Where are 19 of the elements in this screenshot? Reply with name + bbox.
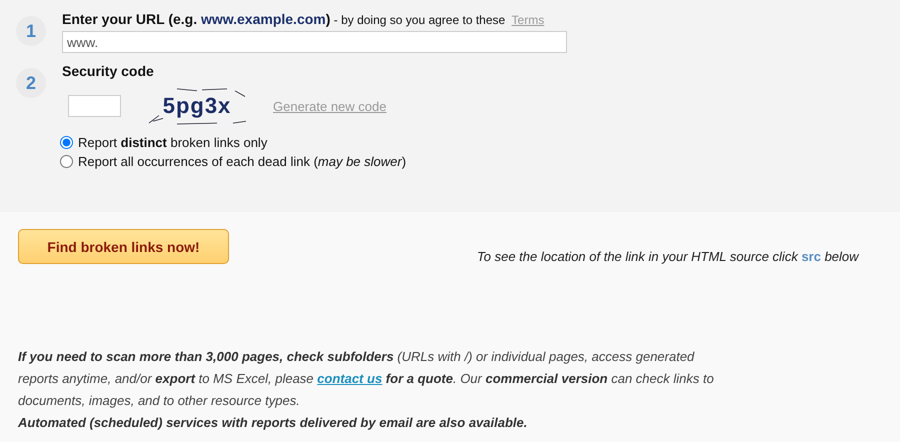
step-number: 1 [16, 16, 46, 46]
radio-button[interactable] [60, 155, 73, 168]
info-footer: Automated (scheduled) services with reports delivered by email are also available. [18, 412, 900, 434]
captcha-image: 5pg3x [147, 87, 247, 125]
radio-button[interactable] [60, 136, 73, 149]
terms-link[interactable]: Terms [512, 13, 544, 27]
url-field[interactable]: www. [62, 31, 567, 53]
hint-text: To see the location of the link in your HTML source click src below [477, 249, 859, 264]
step-title: Enter your URL (e.g. www.example.com) [62, 11, 330, 27]
step-number: 2 [16, 68, 46, 98]
terms-note: - by doing so you agree to these [332, 13, 506, 27]
generate-code-link[interactable]: Generate new code [273, 98, 386, 114]
contact-link[interactable]: contact us [317, 371, 382, 386]
info-paragraph: If you need to scan more than 3,000 pages, check subfolders (URLs with /) or individual pages, access generated reports anytime, and/or export to MS Excel, please contact us for a quote. Our commercial version can check links to documents, images, and to other resource types. [18, 348, 715, 410]
option-label: Report all occurrences of each dead link (may be slower) [78, 154, 406, 169]
code-field[interactable] [68, 95, 121, 117]
option-label: Report distinct broken links only [78, 135, 268, 150]
find-button[interactable]: Find broken links now! [18, 229, 229, 264]
step-title: Security code [62, 63, 154, 79]
